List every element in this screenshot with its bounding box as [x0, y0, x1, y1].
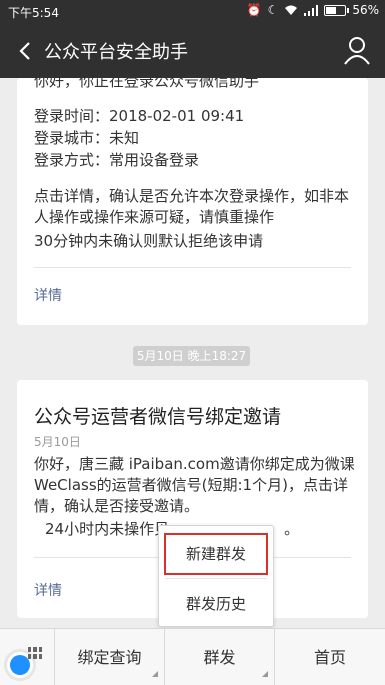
menu-label: 首页: [313, 648, 346, 667]
signal-icon: [304, 4, 319, 16]
card-cut-text: 你好，你正在登录公众号微信助手: [34, 74, 260, 88]
divider: [165, 578, 267, 579]
login-alert-body: 点击详情，确认是否允许本次登录操作，如非本人操作或操作来源可疑，请慎重操作: [34, 187, 350, 226]
wifi-icon: [285, 5, 298, 15]
login-alert-card: 你好，你正在登录公众号微信助手 登录时间：2018-02-01 09:41 登录…: [17, 74, 368, 325]
login-city: 登录城市：未知: [34, 129, 140, 147]
menu-home[interactable]: 首页: [275, 629, 385, 685]
battery-icon: [324, 4, 350, 16]
menu-group-send[interactable]: 群发: [165, 629, 275, 685]
person-icon: [344, 37, 370, 65]
profile-button[interactable]: [343, 36, 371, 66]
invite-note-prefix: 24小时内未操作贝: [45, 520, 170, 538]
submenu-indicator-icon: [262, 671, 268, 677]
details-link[interactable]: 详情: [34, 285, 62, 305]
page-title: 公众平台安全助手: [44, 42, 188, 63]
group-send-popup-menu: 新建群发 群发历史: [158, 525, 274, 627]
moon-icon: ☾: [267, 3, 279, 17]
divider: [34, 267, 351, 268]
menu-label: 群发: [203, 648, 236, 667]
invite-body: 你好，唐三藏 iPaiban.com邀请你绑定成为微课WeClass的运营者微信…: [34, 455, 355, 515]
menu-item-broadcast-history[interactable]: 群发历史: [159, 580, 273, 628]
login-time: 登录时间：2018-02-01 09:41: [34, 107, 245, 125]
menu-label: 绑定查询: [77, 648, 142, 667]
menu-item-new-broadcast[interactable]: 新建群发: [159, 530, 273, 578]
invite-date: 5月10日: [34, 435, 81, 449]
battery-percent: 56%: [352, 3, 379, 17]
menu-binding-query[interactable]: 绑定查询: [55, 629, 165, 685]
nav-bar: 公众平台安全助手: [0, 24, 385, 78]
login-method: 登录方式：常用设备登录: [34, 151, 200, 169]
back-arrow-icon: [19, 42, 30, 60]
login-alert-note: 30分钟内未确认则默认拒绝该申请: [34, 232, 264, 250]
back-button[interactable]: [10, 34, 40, 68]
keyboard-icon: [28, 647, 42, 659]
alarm-icon: ⏰: [246, 3, 262, 17]
details-link[interactable]: 详情: [34, 580, 62, 600]
invite-note-suffix: 。: [284, 520, 300, 538]
message-timestamp: 5月10日 晚上18:27: [133, 346, 250, 366]
status-bar: 下午5:54 ⏰ ☾ 56%: [0, 0, 385, 24]
keyboard-toggle-button[interactable]: [0, 629, 55, 685]
invite-title: 公众号运营者微信号绑定邀请: [34, 406, 282, 428]
submenu-indicator-icon: [152, 671, 158, 677]
bottom-menu: 绑定查询 群发 首页: [0, 628, 385, 685]
status-time: 下午5:54: [8, 6, 59, 20]
status-icons: ⏰ ☾ 56%: [247, 3, 379, 17]
